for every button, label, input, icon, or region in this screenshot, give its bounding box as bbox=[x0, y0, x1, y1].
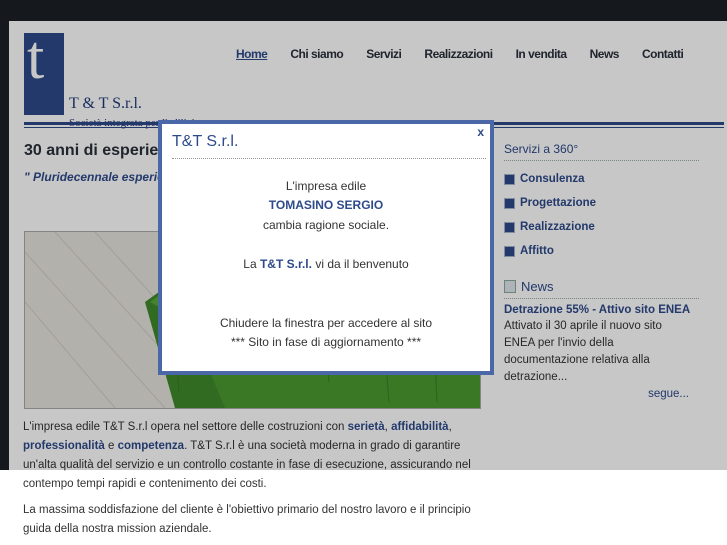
welcome-company-name: T&T S.r.l. bbox=[259, 257, 312, 271]
modal-instruction: Chiudere la finestra per accedere al sit… bbox=[219, 316, 433, 330]
modal-welcome-line: La T&T S.r.l. vi da il benvenuto bbox=[162, 257, 490, 271]
modal-close-button[interactable]: x bbox=[477, 125, 484, 139]
modal-line-company: TOMASINO SERGIO bbox=[268, 198, 384, 212]
modal-status-note: *** Sito in fase di aggiornamento *** bbox=[230, 335, 422, 349]
body-paragraph-2: La massima soddisfazione del cliente è l… bbox=[23, 504, 471, 535]
modal-divider bbox=[172, 158, 486, 159]
modal-line-1: L'impresa edile bbox=[285, 179, 367, 193]
modal-line-3: cambia ragione sociale. bbox=[262, 218, 390, 232]
welcome-pre: La bbox=[243, 257, 260, 271]
modal-title: T&T S.r.l. bbox=[172, 133, 239, 150]
welcome-post: vi da il benvenuto bbox=[311, 257, 409, 271]
welcome-modal: T&T S.r.l. x L'impresa edile TOMASINO SE… bbox=[158, 120, 494, 375]
